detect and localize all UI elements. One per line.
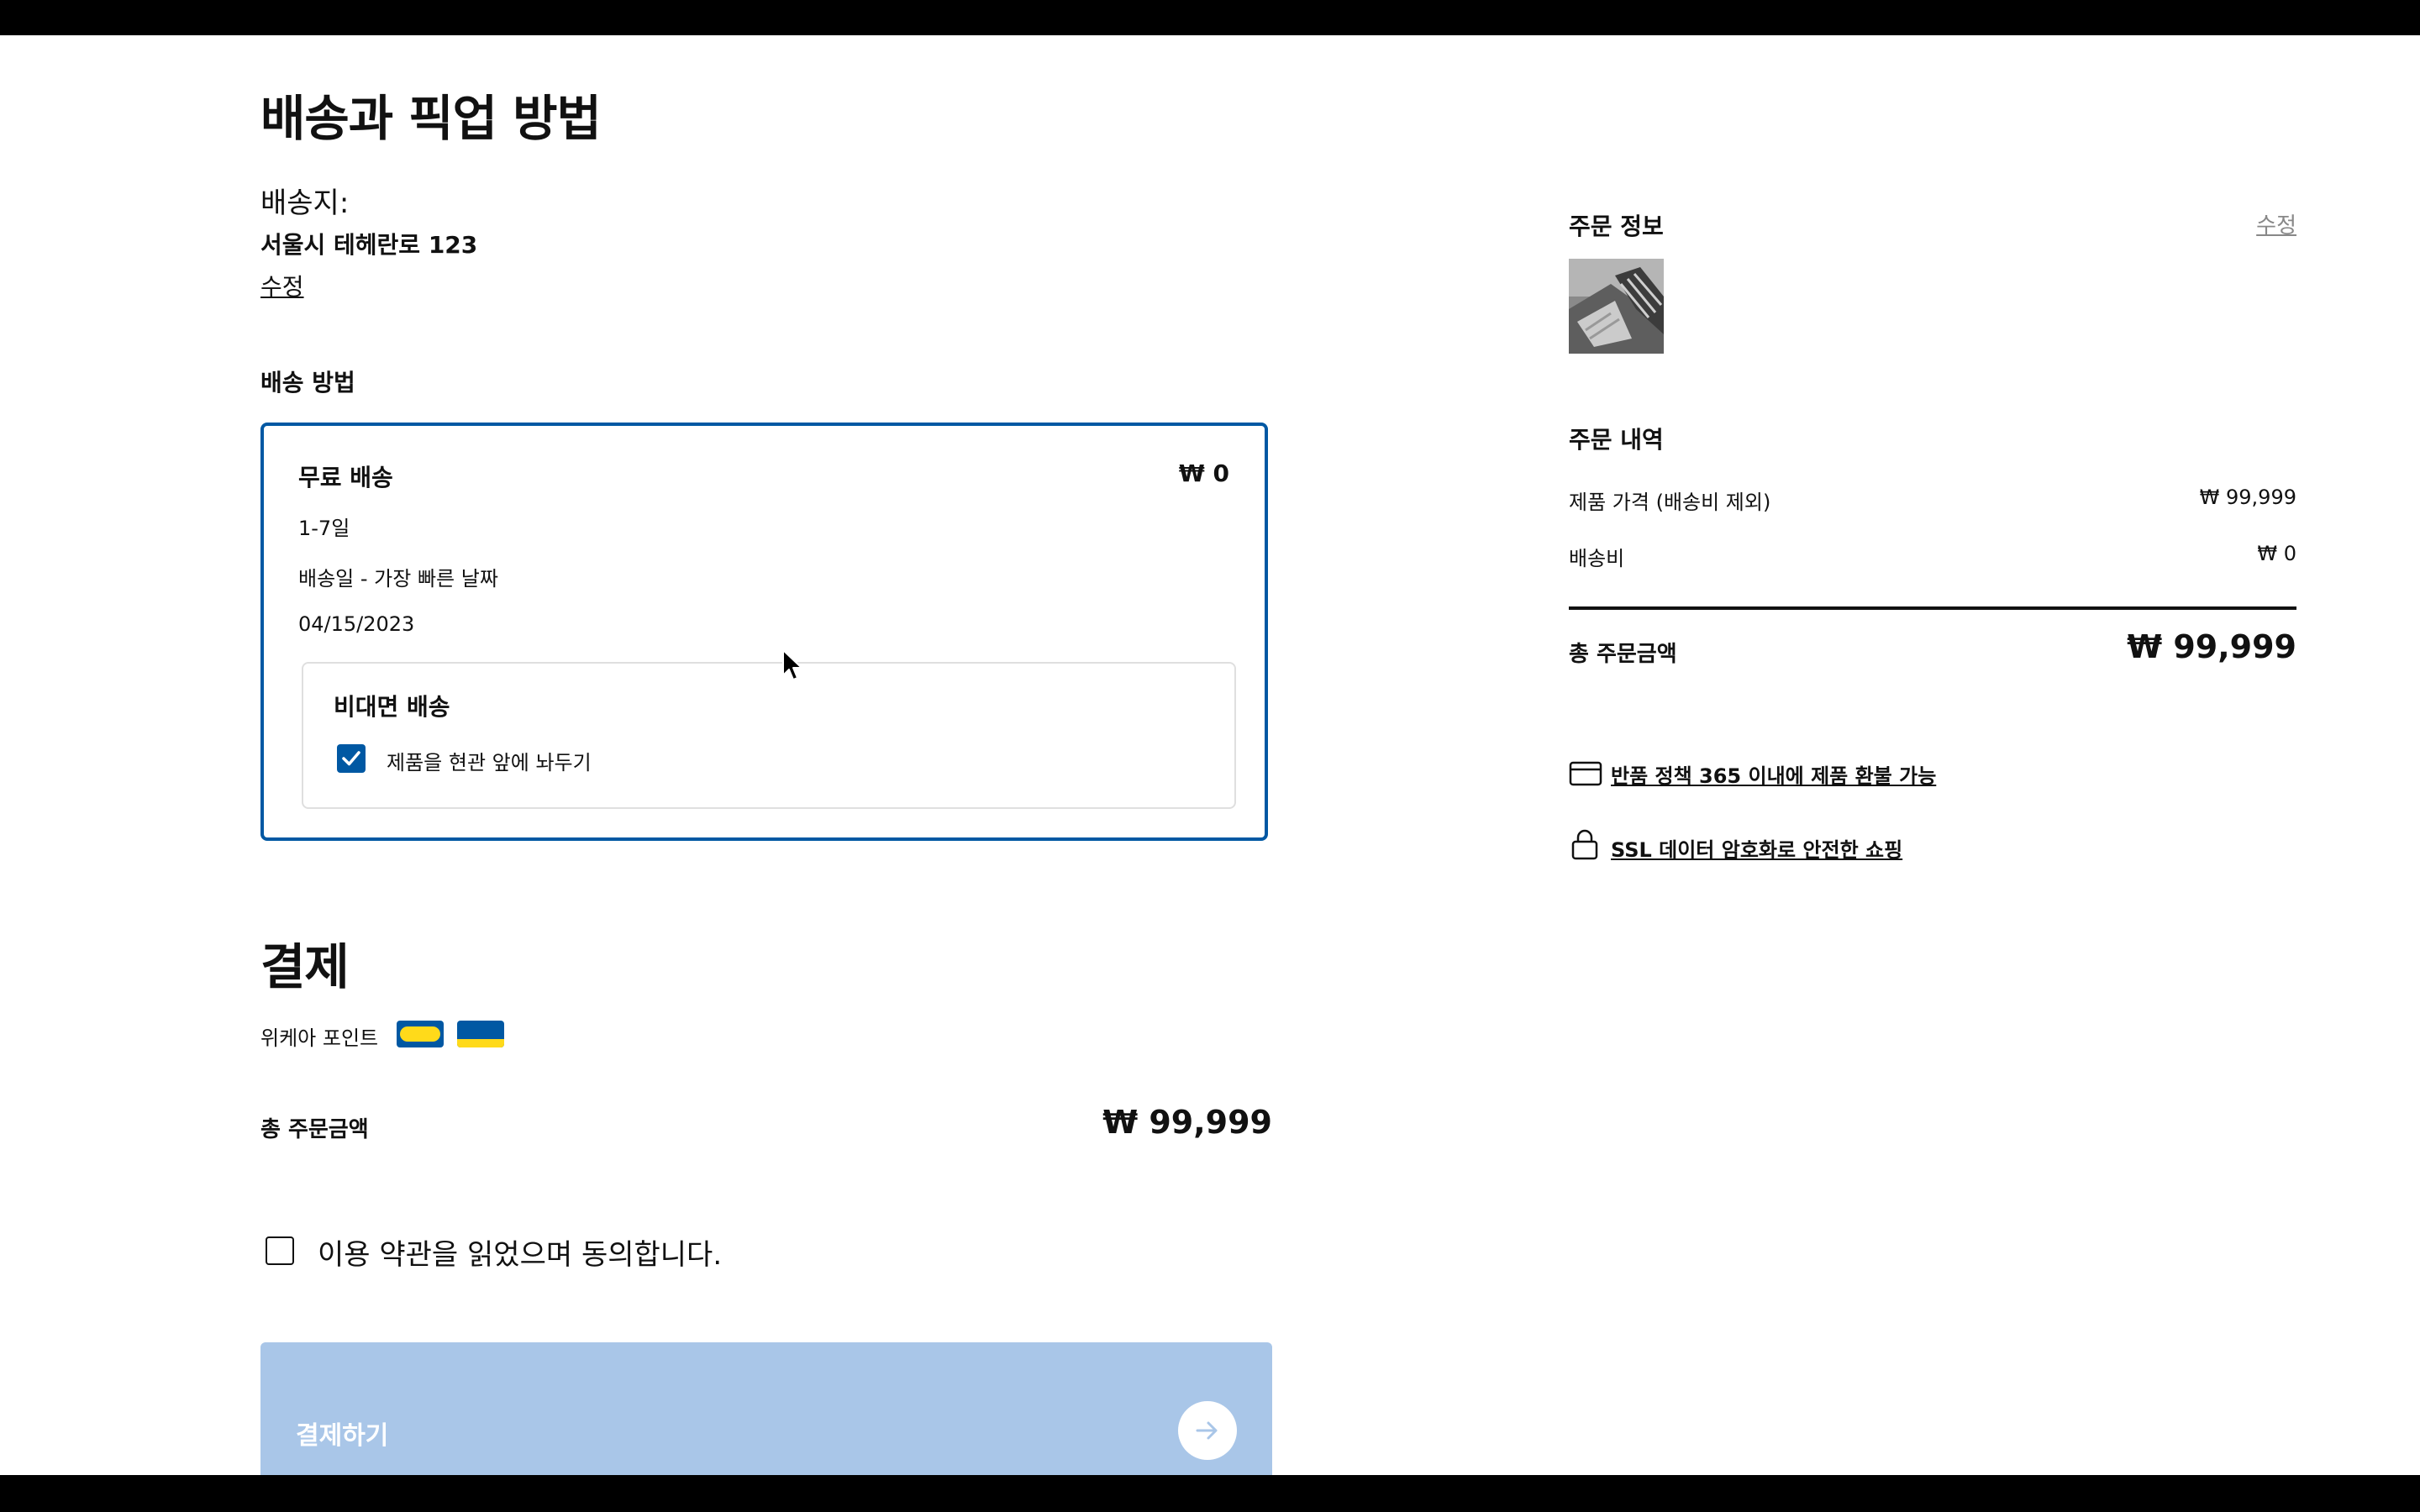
payment-title: 결제 [260,938,350,995]
delivery-method-label: 배송 방법 [260,369,355,396]
terms-label: 이용 약관을 읽었으며 동의합니다. [318,1238,723,1272]
delivery-date-label: 배송일 - 가장 빠른 날짜 [298,567,498,591]
credit-card-icon [1569,761,1602,786]
order-detail-title: 주문 내역 [1569,426,1664,454]
return-policy-link[interactable]: 반품 정책 365 이내에 제품 환불 가능 [1611,759,1936,789]
checkout-page: 배송과 픽업 방법 배송지: 서울시 테헤란로 123 수정 배송 방법 무료 … [0,35,2420,1475]
contactless-option-label: 제품을 현관 앞에 놔두기 [387,751,592,774]
order-edit-link[interactable]: 수정 [2256,208,2296,239]
address-label: 배송지: [260,186,350,220]
ssl-link[interactable]: SSL 데이터 암호화로 안전한 쇼핑 [1611,833,1902,863]
delivery-option-price: ₩ 0 [1178,459,1229,487]
product-price-label: 제품 가격 (배송비 제외) [1569,491,1771,514]
address-edit-link[interactable]: 수정 [260,269,304,302]
delivery-date: 04/15/2023 [298,612,415,636]
pay-button[interactable]: 결제하기 [260,1342,1272,1475]
family-card-icon[interactable] [457,1021,504,1047]
summary-divider [1569,606,2296,610]
delivery-option-card[interactable]: 무료 배송 ₩ 0 1-7일 배송일 - 가장 빠른 날짜 04/15/2023… [260,423,1268,841]
contactless-checkbox[interactable] [337,744,366,773]
wekea-card-icon[interactable] [397,1021,444,1047]
mouse-pointer-icon [782,649,802,680]
page-title: 배송과 픽업 방법 [260,90,602,147]
address-value: 서울시 테헤란로 123 [260,231,478,259]
shipping-label: 배송비 [1569,547,1625,570]
terms-checkbox[interactable] [266,1236,294,1265]
delivery-duration: 1-7일 [298,517,350,540]
total-value: ₩ 99,999 [1102,1104,1272,1141]
order-info-title: 주문 정보 [1569,213,1664,240]
points-label: 위케아 포인트 [260,1026,379,1050]
checkmark-icon [342,751,360,766]
total-label: 총 주문금액 [260,1117,369,1142]
summary-total-label: 총 주문금액 [1569,642,1677,667]
summary-total-value: ₩ 99,999 [2127,628,2296,665]
shipping-value: ₩ 0 [2257,542,2296,565]
lock-icon [1571,829,1598,860]
arrow-right-icon [1178,1401,1237,1460]
product-price-value: ₩ 99,999 [2199,486,2296,509]
pay-button-label: 결제하기 [296,1421,389,1451]
delivery-option-name: 무료 배송 [298,464,393,491]
product-thumbnail[interactable] [1569,259,1664,354]
contactless-delivery-box: 비대면 배송 제품을 현관 앞에 놔두기 [302,662,1236,809]
contactless-title: 비대면 배송 [334,693,450,721]
